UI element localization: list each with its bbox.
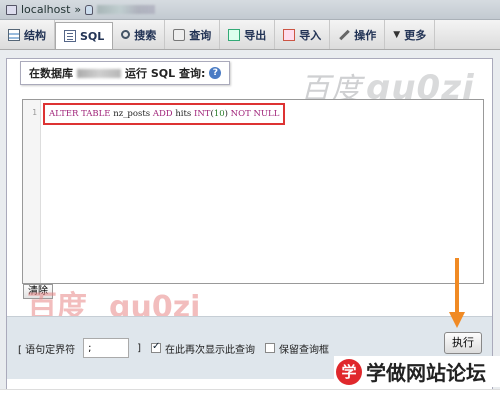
- breadcrumb-server[interactable]: localhost: [21, 3, 70, 16]
- tab-import[interactable]: 导入: [275, 20, 331, 49]
- sql-keyword: NULL: [253, 109, 280, 119]
- retain-box-checkbox[interactable]: [265, 343, 275, 353]
- line-number-gutter: 1: [23, 100, 41, 283]
- breadcrumb-database-redacted[interactable]: [97, 5, 156, 14]
- retain-box-label[interactable]: 保留查询框: [279, 341, 329, 356]
- tab-label: 查询: [189, 28, 212, 42]
- wrench-icon: [338, 29, 350, 41]
- tab-export[interactable]: 导出: [220, 20, 276, 49]
- sql-keyword: NOT: [230, 109, 251, 119]
- sql-keyword: ALTER: [49, 109, 79, 119]
- go-button[interactable]: 执行: [444, 332, 482, 354]
- help-icon[interactable]: ?: [209, 67, 222, 79]
- search-icon: [121, 30, 131, 39]
- site-name: 学做网站论坛: [366, 361, 486, 385]
- query-options-row: [ 语句定界符 ] 在此再次显示此查询 保留查询框: [18, 338, 329, 358]
- structure-icon: [8, 28, 20, 41]
- tab-bar: 结构 SQL 搜索 查询 导出 导入 操作 ▼ 更多: [0, 20, 500, 50]
- sql-keyword: TABLE: [81, 109, 111, 119]
- sql-keyword: ADD: [152, 109, 173, 119]
- sql-paren: ): [224, 109, 228, 119]
- panel-legend: 在数据库 运行 SQL 查询: ?: [20, 61, 231, 85]
- line-number: 1: [32, 108, 37, 117]
- tab-more[interactable]: ▼ 更多: [385, 20, 436, 49]
- legend-suffix: 运行 SQL 查询:: [125, 67, 206, 80]
- sql-editor[interactable]: 1 ALTER TABLE nz_posts ADD hits INT(10) …: [22, 99, 484, 284]
- show-again-checkbox[interactable]: [151, 341, 161, 353]
- breadcrumb-separator: »: [74, 3, 82, 16]
- sql-table-name: nz_posts: [113, 109, 151, 119]
- delimiter-label: [ 语句定界符: [18, 344, 76, 356]
- sql-number: 10: [213, 109, 225, 119]
- tab-label: SQL: [80, 29, 105, 43]
- database-icon: [85, 4, 94, 15]
- legend-prefix: 在数据库: [29, 67, 73, 80]
- highlighted-sql-line[interactable]: ALTER TABLE nz_posts ADD hits INT(10) NO…: [43, 103, 286, 125]
- delimiter-input[interactable]: [83, 338, 130, 358]
- show-again-label[interactable]: 在此再次显示此查询: [165, 341, 255, 356]
- sql-icon: [64, 30, 76, 42]
- breadcrumb: localhost »: [0, 0, 500, 20]
- site-logo: 学: [336, 358, 362, 385]
- query-icon: [173, 28, 186, 41]
- arrow-annotation: [455, 258, 459, 316]
- tab-label: 导出: [244, 28, 267, 42]
- delimiter-label-close: ]: [137, 342, 141, 354]
- chevron-down-icon: ▼: [393, 29, 401, 40]
- tab-query[interactable]: 查询: [165, 20, 221, 49]
- export-icon: [228, 28, 241, 41]
- tab-label: 操作: [354, 28, 377, 42]
- tab-label: 搜索: [134, 28, 157, 42]
- legend-database-redacted: [77, 68, 121, 78]
- server-icon: [6, 4, 17, 15]
- site-watermark: 学 学做网站论坛: [334, 356, 500, 387]
- tab-label: 更多: [404, 28, 427, 42]
- sql-column-name: hits: [175, 109, 192, 119]
- page-bottom: [0, 389, 500, 407]
- arrow-annotation-head: [449, 312, 465, 328]
- tab-sql[interactable]: SQL: [55, 22, 114, 49]
- tab-operations[interactable]: 操作: [330, 20, 386, 49]
- sql-type: INT: [194, 109, 211, 119]
- tab-structure[interactable]: 结构: [0, 20, 55, 49]
- tab-label: 结构: [24, 28, 46, 42]
- tab-label: 导入: [299, 28, 322, 42]
- tab-search[interactable]: 搜索: [113, 20, 166, 49]
- import-icon: [283, 28, 296, 41]
